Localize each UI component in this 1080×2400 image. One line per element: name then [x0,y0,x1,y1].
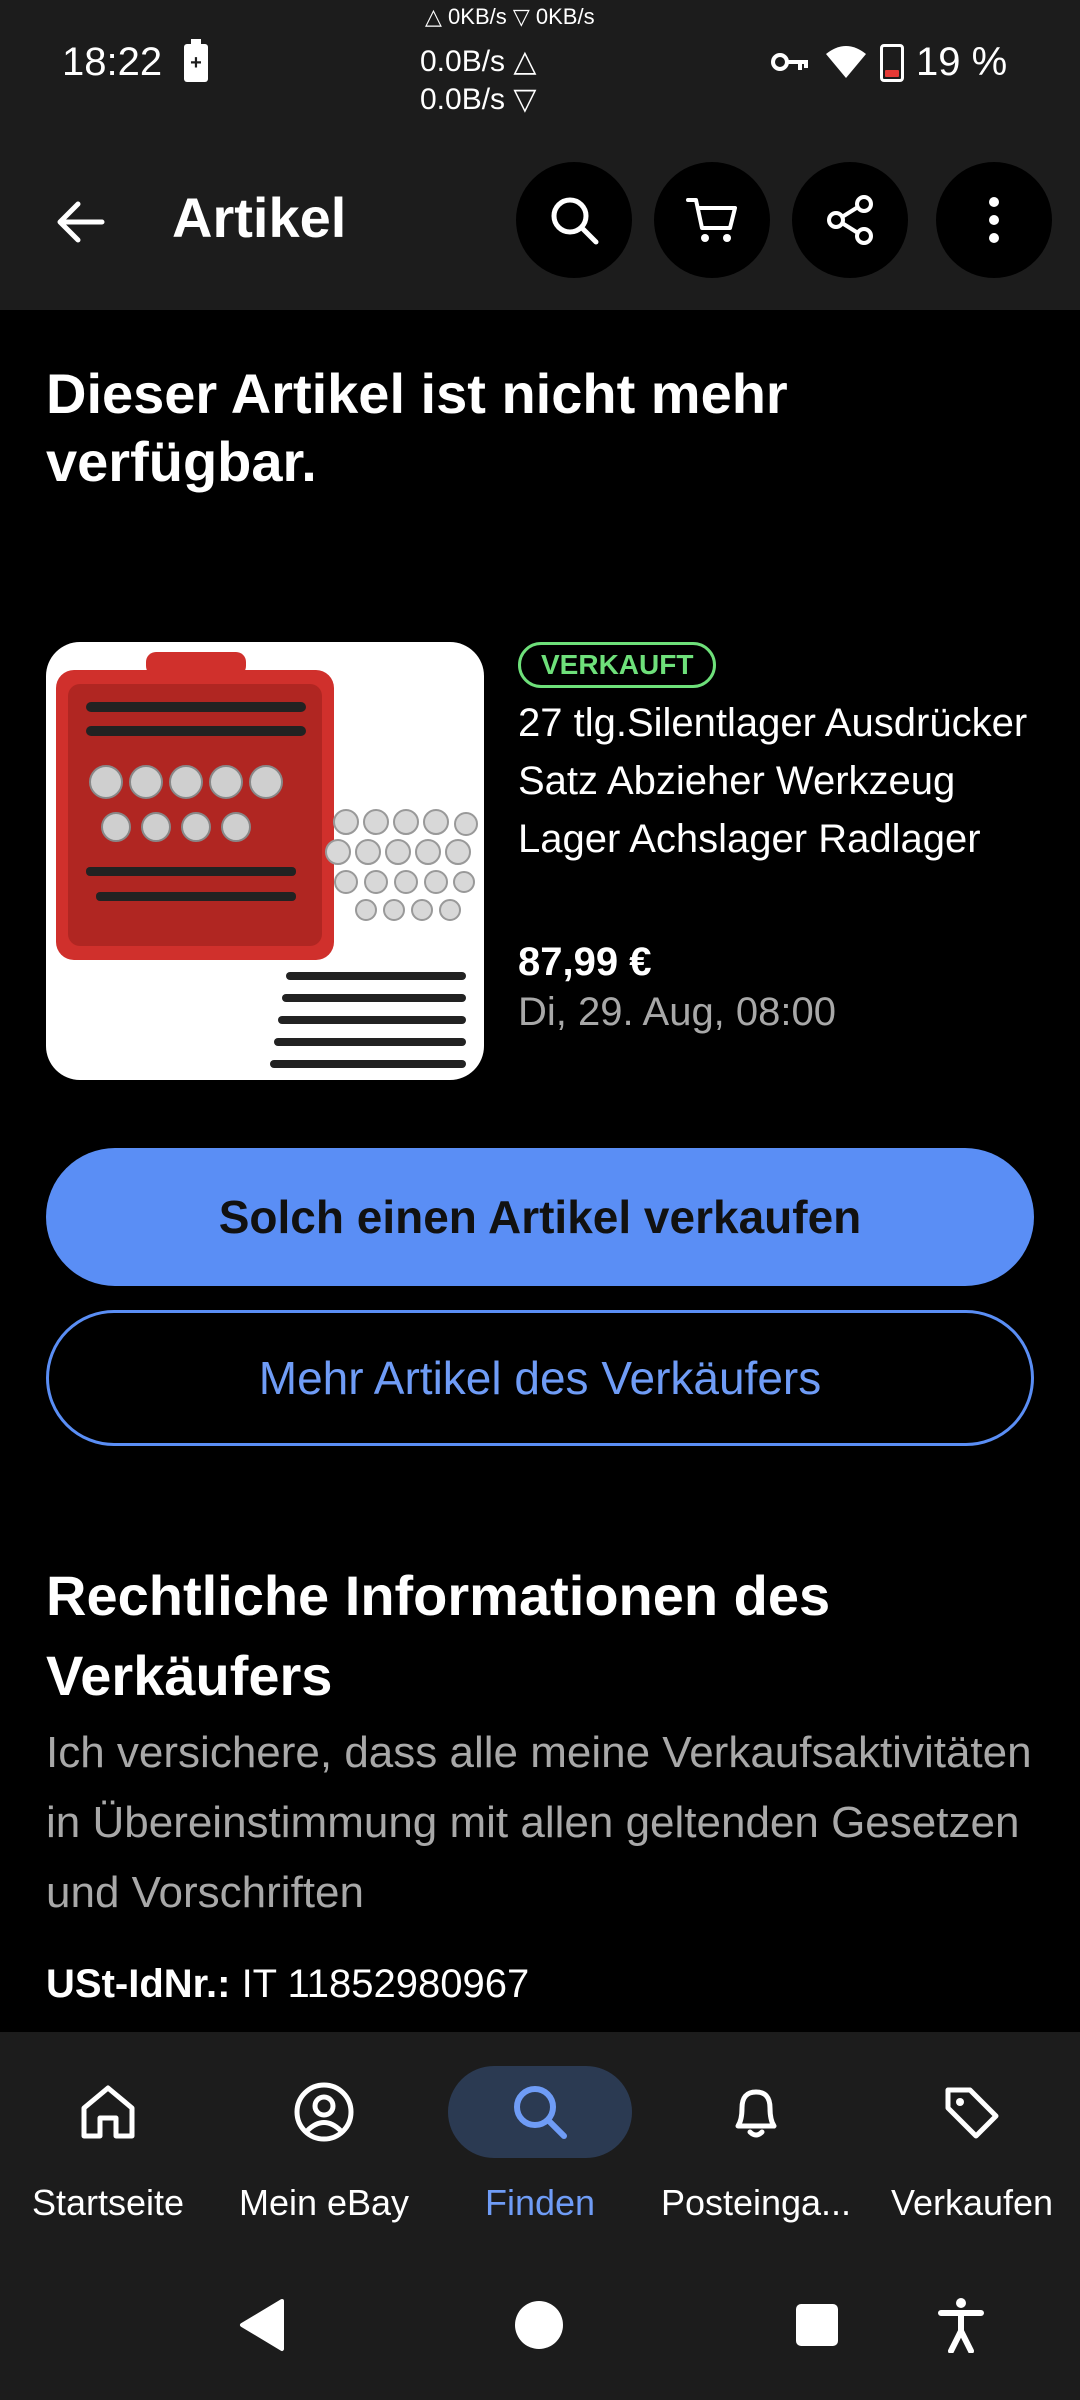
nav-label-search: Finden [484,2182,596,2223]
item-thumbnail[interactable] [46,642,484,1080]
system-home-button[interactable] [504,2290,574,2360]
legal-info-text: Ich versichere, dass alle meine Verkaufs… [46,1728,1032,1917]
system-navigation-bar [0,2250,1080,2400]
accessibility-icon [938,2298,984,2353]
item-title[interactable]: 27 tlg.Silentlager Ausdrücker Satz Abzie… [518,694,1048,868]
wifi-icon [824,44,868,85]
status-time: 18:22 [62,40,163,84]
square-recents-icon [796,2304,838,2346]
back-button[interactable] [44,186,116,258]
share-button[interactable] [792,162,908,278]
search-icon [514,2086,567,2139]
nav-item-my-ebay[interactable]: Mein eBay [216,2032,432,2250]
vat-label: USt-IdNr.: [46,1962,231,2006]
system-recents-button[interactable] [782,2290,852,2360]
share-icon [827,195,873,245]
more-vertical-icon [989,197,999,243]
sell-similar-button[interactable]: Solch einen Artikel verkaufen [46,1148,1034,1286]
charging-icon: + [184,39,208,82]
vat-id: USt-IdNr.: IT 11852980967 [46,1962,529,2007]
nav-item-search[interactable]: Finden [432,2032,648,2250]
unavailable-headline: Dieser Artikel ist nicht mehr verfügbar. [46,362,788,493]
network-speed-up: 0.0B/s △ [420,45,537,78]
app-bar: Artikel [0,130,1080,310]
page-title: Artikel [172,186,347,249]
triangle-back-icon [240,2299,284,2351]
arrow-left-icon [57,201,105,243]
search-button[interactable] [516,162,632,278]
vat-value: IT 11852980967 [241,1962,530,2006]
circle-home-icon [515,2301,563,2349]
item-end-date: Di, 29. Aug, 08:00 [518,990,837,1034]
accessibility-button[interactable] [926,2290,996,2360]
nav-label-home: Startseite [31,2182,185,2223]
key-icon [770,50,810,79]
tag-icon [945,2087,999,2139]
battery-percent: 19 % [916,40,1008,84]
search-icon [551,197,599,245]
toolkit-image [56,652,478,1068]
account-icon [294,2082,354,2142]
nav-item-home[interactable]: Startseite [0,2032,216,2250]
legal-info-heading: Rechtliche Informationen des Verkäufers [46,1564,831,1707]
nav-item-inbox[interactable]: Posteinga... [648,2032,864,2250]
nav-label-inbox: Posteinga... [660,2182,852,2223]
more-options-button[interactable] [936,162,1052,278]
item-price: 87,99 € [518,940,652,984]
network-speed-top: △ 0KB/s ▽ 0KB/s [425,4,595,29]
nav-label-my-ebay: Mein eBay [238,2182,410,2223]
bell-icon [735,2089,777,2138]
bottom-navigation: Startseite Mein eBay Finden Posteinga...… [0,2032,1080,2250]
cart-icon [686,198,737,242]
nav-label-sell: Verkaufen [890,2182,1054,2223]
more-seller-items-button[interactable]: Mehr Artikel des Verkäufers [46,1310,1034,1446]
status-badge: VERKAUFT [518,642,717,688]
nav-item-sell[interactable]: Verkaufen [864,2032,1080,2250]
home-icon [81,2085,135,2139]
network-speed-down: 0.0B/s ▽ [420,83,537,116]
battery-icon [880,44,904,82]
status-bar: 18:22 + △ 0KB/s ▽ 0KB/s 0.0B/s △ 0.0B/s … [0,0,1080,130]
system-back-button[interactable] [226,2290,296,2360]
cart-button[interactable] [654,162,770,278]
